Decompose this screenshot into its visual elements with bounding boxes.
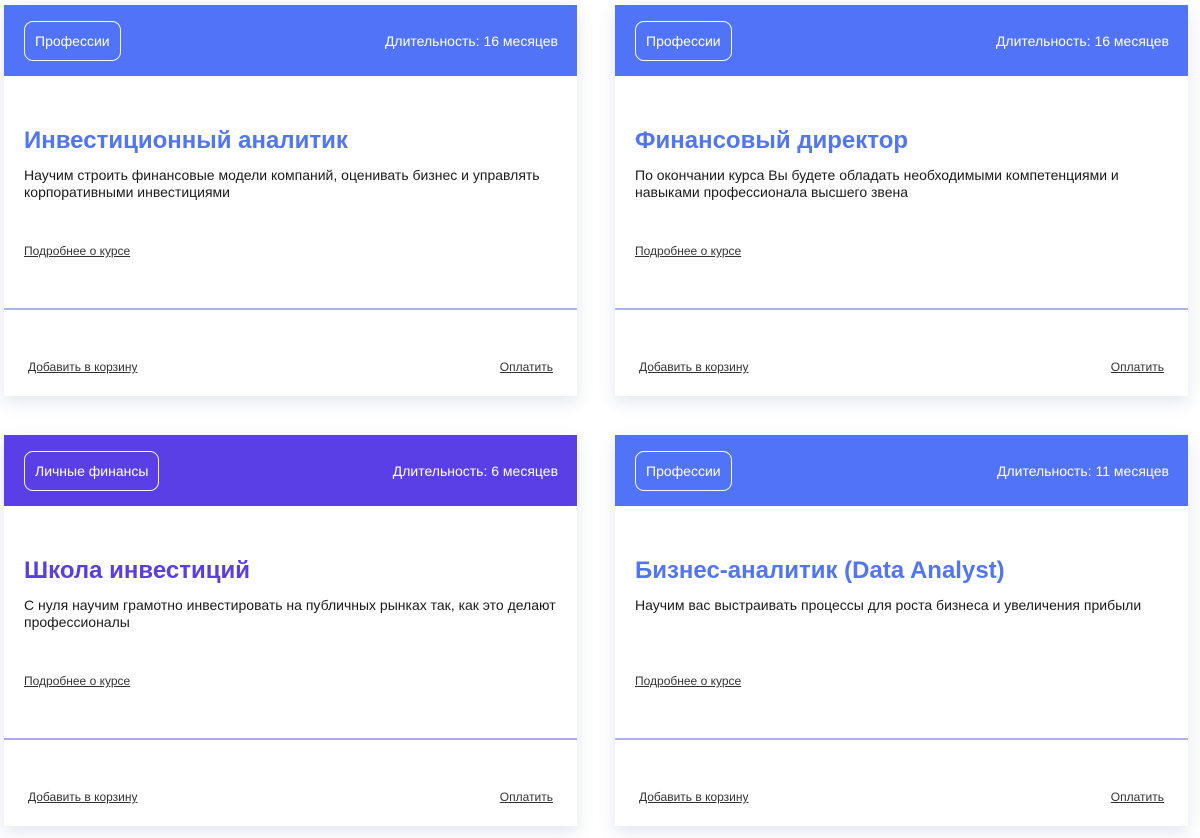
duration-label: Длительность: 16 месяцев [384, 32, 558, 49]
pay-link[interactable]: Оплатить [1111, 790, 1164, 804]
pay-link[interactable]: Оплатить [1111, 360, 1164, 374]
course-title: Бизнес-аналитик (Data Analyst) [635, 557, 1005, 584]
category-tag[interactable]: Личные финансы [24, 450, 160, 491]
add-to-cart-link[interactable]: Добавить в корзину [639, 790, 749, 804]
category-tag[interactable]: Профессии [635, 20, 732, 61]
course-details-link[interactable]: Подробнее о курсе [635, 244, 741, 258]
card-header: Личные финансы Длительность: 6 месяцев [4, 435, 577, 506]
pay-link[interactable]: Оплатить [500, 360, 553, 374]
course-title: Инвестиционный аналитик [24, 127, 348, 154]
course-card-financial-director: Профессии Длительность: 16 месяцев Финан… [615, 5, 1188, 396]
card-header: Профессии Длительность: 16 месяцев [4, 5, 577, 76]
category-tag[interactable]: Профессии [24, 20, 121, 61]
course-title: Школа инвестиций [24, 557, 250, 584]
course-card-investment-analyst: Профессии Длительность: 16 месяцев Инвес… [4, 5, 577, 396]
card-divider [615, 738, 1188, 740]
course-title: Финансовый директор [635, 127, 909, 154]
duration-label: Длительность: 16 месяцев [995, 32, 1169, 49]
course-description: Научим вас выстраивать процессы для рост… [635, 597, 1142, 613]
course-details-link[interactable]: Подробнее о курсе [24, 244, 130, 258]
card-divider [615, 308, 1188, 310]
add-to-cart-link[interactable]: Добавить в корзину [28, 360, 138, 374]
pay-link[interactable]: Оплатить [500, 790, 553, 804]
card-divider [4, 738, 577, 740]
course-card-business-analyst: Профессии Длительность: 11 месяцев Бизне… [615, 435, 1188, 826]
card-header: Профессии Длительность: 11 месяцев [615, 435, 1188, 506]
card-divider [4, 308, 577, 310]
course-description: По окончании курса Вы будете обладать не… [635, 167, 1119, 200]
card-header: Профессии Длительность: 16 месяцев [615, 5, 1188, 76]
category-tag[interactable]: Профессии [635, 450, 732, 491]
duration-label: Длительность: 11 месяцев [996, 462, 1169, 479]
duration-label: Длительность: 6 месяцев [392, 462, 558, 479]
add-to-cart-link[interactable]: Добавить в корзину [28, 790, 138, 804]
course-description: Научим строить финансовые модели компани… [24, 167, 540, 200]
course-details-link[interactable]: Подробнее о курсе [635, 674, 741, 688]
course-description: С нуля научим грамотно инвестировать на … [24, 597, 556, 630]
course-details-link[interactable]: Подробнее о курсе [24, 674, 130, 688]
add-to-cart-link[interactable]: Добавить в корзину [639, 360, 749, 374]
course-card-investment-school: Личные финансы Длительность: 6 месяцев Ш… [4, 435, 577, 826]
